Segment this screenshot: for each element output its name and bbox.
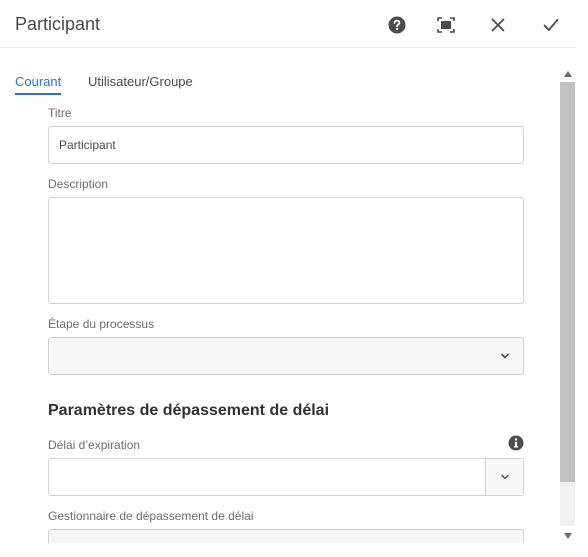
confirm-button[interactable] (540, 14, 562, 36)
close-icon (491, 18, 505, 32)
description-label: Description (48, 177, 109, 191)
fullscreen-button[interactable] (435, 14, 457, 36)
dialog-header: Participant (0, 0, 576, 48)
process-step-label: Étape du processus (48, 317, 155, 331)
timeout-combobox[interactable] (48, 458, 524, 496)
tab-utilisateur-groupe[interactable]: Utilisateur/Groupe (88, 74, 193, 89)
timeout-handler-select[interactable] (48, 529, 524, 543)
description-textarea[interactable] (48, 197, 524, 304)
dialog-title: Participant (15, 14, 101, 34)
participant-dialog: Participant Courant Utilisateur/Groupe T… (0, 0, 588, 557)
scroll-up-arrow-icon[interactable] (562, 68, 573, 79)
timeout-label: Délai d’expiration (48, 438, 141, 452)
check-icon (543, 18, 559, 31)
info-icon[interactable] (508, 435, 524, 451)
timeout-section-heading: Paramètres de dépassement de délai (48, 402, 330, 419)
fullscreen-icon (437, 17, 455, 33)
chevron-down-icon (501, 353, 509, 359)
help-button[interactable] (386, 14, 408, 36)
chevron-down-icon (500, 474, 509, 480)
process-step-select[interactable] (48, 337, 524, 375)
title-label: Titre (48, 106, 72, 120)
title-input[interactable]: Participant (48, 126, 524, 164)
help-icon (388, 16, 406, 34)
timeout-dropdown-button[interactable] (485, 459, 523, 495)
scrollbar-thumb[interactable] (560, 82, 575, 482)
tab-courant[interactable]: Courant (15, 74, 62, 95)
scrollbar[interactable] (559, 64, 576, 544)
close-button[interactable] (487, 14, 509, 36)
scroll-down-arrow-icon[interactable] (562, 530, 573, 541)
timeout-handler-label: Gestionnaire de dépassement de délai (48, 509, 254, 523)
